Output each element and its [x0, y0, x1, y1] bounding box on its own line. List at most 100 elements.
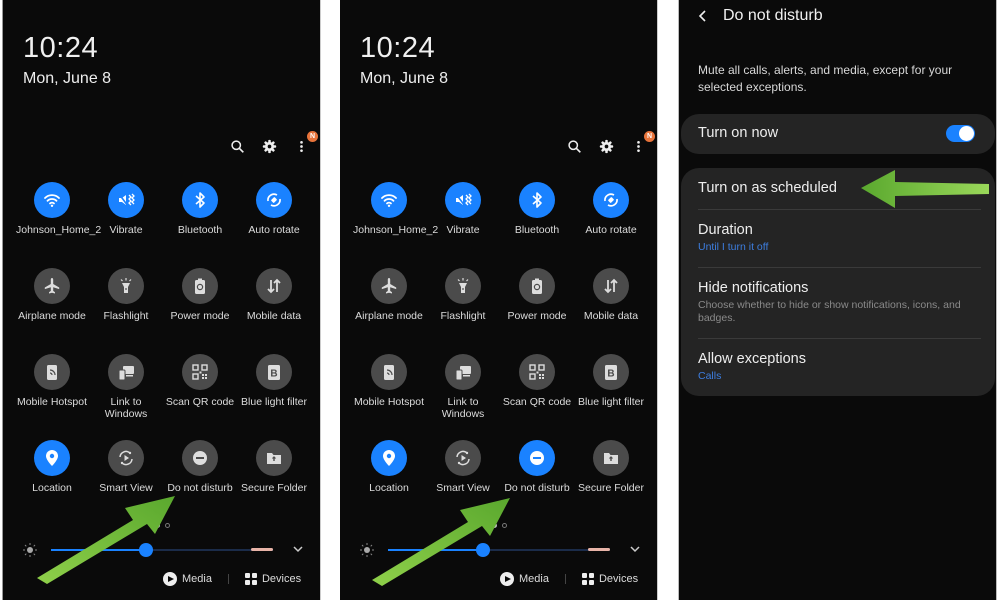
tile-vibrate[interactable]: Vibrate: [89, 182, 163, 256]
more-icon[interactable]: N: [629, 131, 655, 155]
bluetooth-icon[interactable]: [519, 182, 555, 218]
tile-flashlight[interactable]: Flashlight: [89, 268, 163, 342]
tile-auto-rotate[interactable]: Auto rotate: [574, 182, 648, 256]
flashlight-icon[interactable]: [108, 268, 144, 304]
tile-smart-view[interactable]: Smart View: [89, 440, 163, 514]
search-icon[interactable]: [228, 137, 246, 155]
page-title: Do not disturb: [723, 7, 823, 24]
page-dot[interactable]: [165, 523, 170, 528]
tile-mobile-data[interactable]: Mobile data: [237, 268, 311, 342]
qr-icon[interactable]: [519, 354, 555, 390]
media-button[interactable]: Media: [163, 572, 212, 586]
page-dot[interactable]: [155, 523, 160, 528]
chevron-down-icon[interactable]: [291, 542, 305, 556]
svg-text:B: B: [607, 369, 614, 380]
media-button[interactable]: Media: [500, 572, 549, 586]
tile-johnson-home-2[interactable]: Johnson_Home_2: [15, 182, 101, 256]
back-icon[interactable]: [697, 9, 709, 23]
brightness-control: [19, 540, 309, 560]
tile-mobile-hotspot[interactable]: Mobile Hotspot: [15, 354, 89, 428]
tile-scan-qr-code[interactable]: Scan QR code: [500, 354, 574, 428]
page-indicator: [155, 523, 170, 528]
data-arrows-icon[interactable]: [256, 268, 292, 304]
location-icon[interactable]: [371, 440, 407, 476]
tile-blue-light-filter[interactable]: B Blue light filter: [574, 354, 648, 428]
chevron-down-icon[interactable]: [628, 542, 642, 556]
gear-icon[interactable]: [597, 137, 615, 155]
tile-vibrate[interactable]: Vibrate: [426, 182, 500, 256]
more-icon[interactable]: N: [292, 131, 318, 155]
folder-icon[interactable]: [256, 440, 292, 476]
hotspot-icon[interactable]: [34, 354, 70, 390]
tile-power-mode[interactable]: Power mode: [163, 268, 237, 342]
blue-light-icon[interactable]: B: [593, 354, 629, 390]
turn-on-now-toggle[interactable]: [946, 125, 975, 142]
hotspot-icon[interactable]: [371, 354, 407, 390]
tile-auto-rotate[interactable]: Auto rotate: [237, 182, 311, 256]
location-icon[interactable]: [34, 440, 70, 476]
turn-on-now-row[interactable]: Turn on now: [681, 114, 995, 154]
tile-airplane-mode[interactable]: Airplane mode: [352, 268, 426, 342]
tile-bluetooth[interactable]: Bluetooth: [500, 182, 574, 256]
brightness-slider[interactable]: [388, 543, 610, 557]
flashlight-icon[interactable]: [445, 268, 481, 304]
tile-flashlight[interactable]: Flashlight: [426, 268, 500, 342]
rotate-icon[interactable]: [593, 182, 629, 218]
link-windows-icon[interactable]: [108, 354, 144, 390]
row-hide-notifications[interactable]: Hide notifications Choose whether to hid…: [698, 280, 981, 325]
media-label: Media: [519, 573, 549, 585]
vibrate-icon[interactable]: [108, 182, 144, 218]
search-icon[interactable]: [565, 137, 583, 155]
rotate-icon[interactable]: [256, 182, 292, 218]
data-arrows-icon[interactable]: [593, 268, 629, 304]
brightness-thumb[interactable]: [476, 543, 491, 557]
vibrate-icon[interactable]: [445, 182, 481, 218]
page-dot[interactable]: [492, 523, 497, 528]
tile-do-not-disturb[interactable]: Do not disturb: [500, 440, 574, 514]
wifi-icon[interactable]: [371, 182, 407, 218]
tile-link-to-windows[interactable]: Link to Windows: [426, 354, 500, 428]
tile-secure-folder[interactable]: Secure Folder: [237, 440, 311, 514]
folder-icon[interactable]: [593, 440, 629, 476]
bluetooth-icon[interactable]: [182, 182, 218, 218]
dnd-icon[interactable]: [519, 440, 555, 476]
header-icons: N: [565, 131, 655, 156]
tile-label: Location: [32, 482, 72, 494]
row-turn-on-as-scheduled[interactable]: Turn on as scheduled: [698, 180, 981, 196]
row-allow-exceptions[interactable]: Allow exceptions Calls: [698, 351, 981, 383]
tile-do-not-disturb[interactable]: Do not disturb: [163, 440, 237, 514]
tile-location[interactable]: Location: [352, 440, 426, 514]
tile-bluetooth[interactable]: Bluetooth: [163, 182, 237, 256]
row-duration[interactable]: Duration Until I turn it off: [698, 222, 981, 254]
tile-smart-view[interactable]: Smart View: [426, 440, 500, 514]
tile-airplane-mode[interactable]: Airplane mode: [15, 268, 89, 342]
dnd-icon[interactable]: [182, 440, 218, 476]
tile-scan-qr-code[interactable]: Scan QR code: [163, 354, 237, 428]
tile-link-to-windows[interactable]: Link to Windows: [89, 354, 163, 428]
smart-view-icon[interactable]: [108, 440, 144, 476]
link-windows-icon[interactable]: [445, 354, 481, 390]
tile-mobile-data[interactable]: Mobile data: [574, 268, 648, 342]
tile-location[interactable]: Location: [15, 440, 89, 514]
battery-icon[interactable]: [182, 268, 218, 304]
devices-button[interactable]: Devices: [581, 573, 638, 585]
tile-power-mode[interactable]: Power mode: [500, 268, 574, 342]
blue-light-icon[interactable]: B: [256, 354, 292, 390]
tile-mobile-hotspot[interactable]: Mobile Hotspot: [352, 354, 426, 428]
brightness-slider[interactable]: [51, 543, 273, 557]
qr-icon[interactable]: [182, 354, 218, 390]
airplane-icon[interactable]: [371, 268, 407, 304]
gear-icon[interactable]: [260, 137, 278, 155]
brightness-thumb[interactable]: [139, 543, 154, 557]
tile-secure-folder[interactable]: Secure Folder: [574, 440, 648, 514]
wifi-icon[interactable]: [34, 182, 70, 218]
tile-blue-light-filter[interactable]: B Blue light filter: [237, 354, 311, 428]
tile-label: Scan QR code: [165, 396, 235, 408]
tile-label: Johnson_Home_2: [353, 224, 439, 236]
page-dot[interactable]: [502, 523, 507, 528]
tile-johnson-home-2[interactable]: Johnson_Home_2: [352, 182, 439, 256]
battery-icon[interactable]: [519, 268, 555, 304]
smart-view-icon[interactable]: [445, 440, 481, 476]
airplane-icon[interactable]: [34, 268, 70, 304]
devices-button[interactable]: Devices: [244, 573, 301, 585]
